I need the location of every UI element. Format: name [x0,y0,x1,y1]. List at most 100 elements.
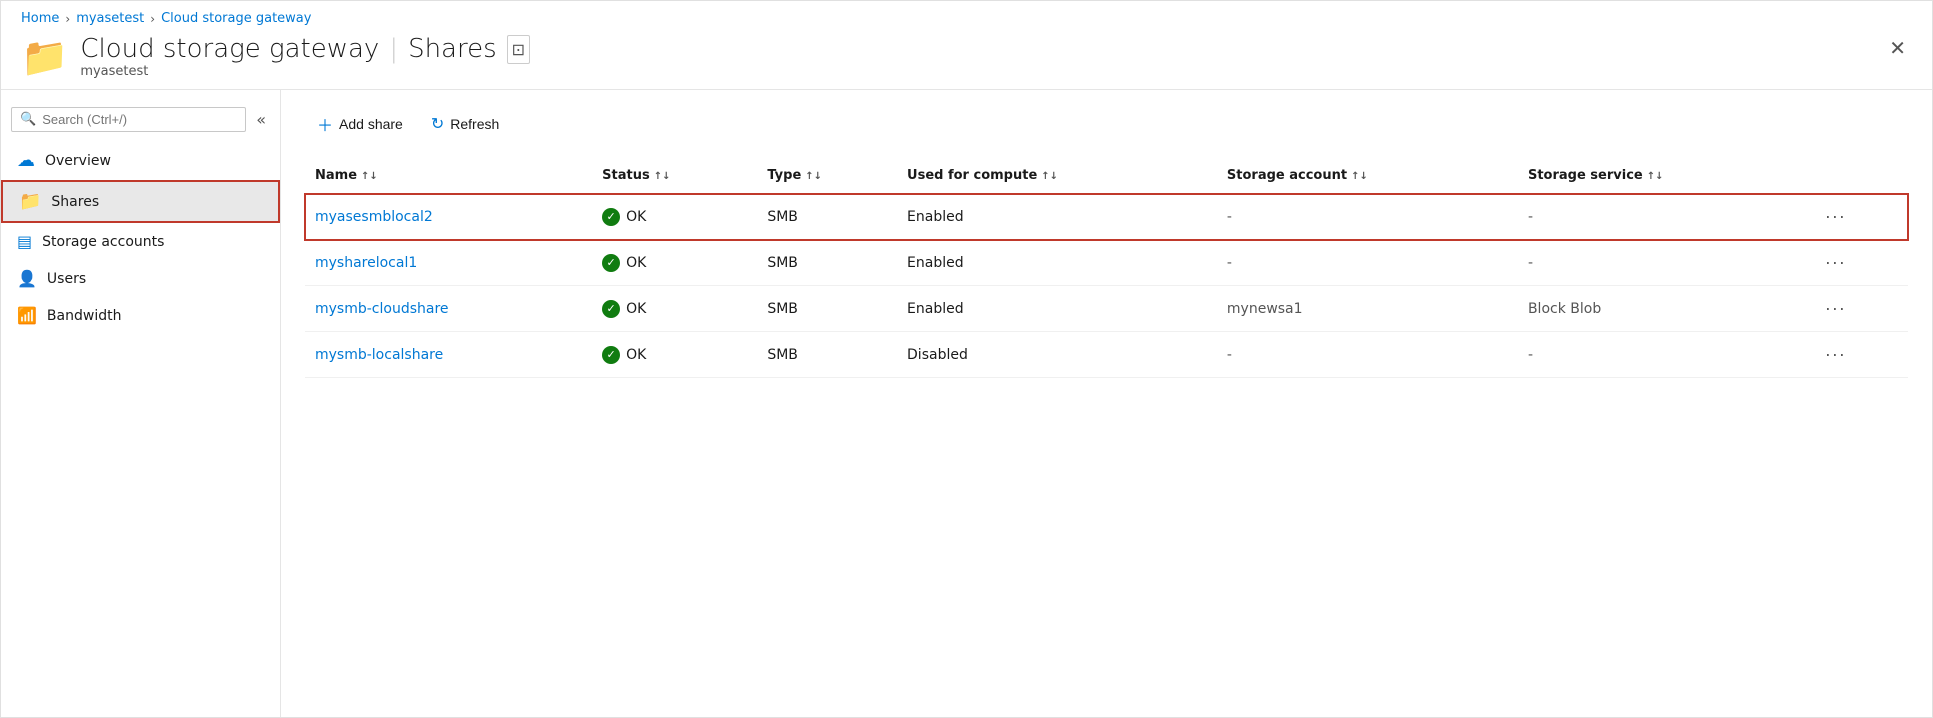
sidebar-item-storage-accounts[interactable]: ▤ Storage accounts [1,223,280,260]
add-share-label: Add share [339,116,403,132]
status-text: OK [626,301,646,317]
sidebar-item-label: Bandwidth [47,308,122,324]
th-status[interactable]: Status↑↓ [592,160,757,194]
sidebar-item-bandwidth[interactable]: 📶 Bandwidth [1,297,280,334]
cell-used-for-compute: Disabled [897,332,1217,378]
content-area: ＋ Add share ↻ Refresh Name↑↓Status↑↓Type… [281,90,1932,717]
cell-storage-service: - [1518,240,1809,286]
refresh-button[interactable]: ↻ Refresh [419,108,511,140]
title-section: Shares [408,34,497,64]
cloud-icon: ☁ [17,150,35,171]
cell-storage-account: - [1217,332,1518,378]
cell-storage-service: - [1518,194,1809,240]
cell-used-for-compute: Enabled [897,194,1217,240]
title-divider: | [389,34,398,64]
cell-name[interactable]: mysmb-cloudshare [305,286,592,332]
cell-name[interactable]: mysmb-localshare [305,332,592,378]
sort-arrows: ↑↓ [361,171,378,182]
th-storage_account[interactable]: Storage account ↑↓ [1217,160,1518,194]
table-row[interactable]: myasesmblocal2✓OKSMBEnabled--··· [305,194,1908,240]
col-label-type: Type [767,168,801,183]
table-header: Name↑↓Status↑↓Type↑↓Used for compute↑↓St… [305,160,1908,194]
folder-icon: 📁 [21,38,68,76]
status-check-icon: ✓ [602,300,620,318]
cell-name[interactable]: myasesmblocal2 [305,194,592,240]
nav-items: ☁ Overview📁 Shares▤ Storage accounts👤 Us… [1,141,280,334]
cell-type: SMB [757,240,897,286]
collapse-button[interactable]: « [252,106,270,133]
more-actions-button[interactable]: ··· [1819,204,1852,229]
status-check-icon: ✓ [602,346,620,364]
status-text: OK [626,209,646,225]
cell-used-for-compute: Enabled [897,286,1217,332]
th-used_for_compute[interactable]: Used for compute ↑↓ [897,160,1217,194]
table-row[interactable]: mysmb-localshare✓OKSMBDisabled--··· [305,332,1908,378]
search-box[interactable]: 🔍 [11,107,246,132]
sidebar: 🔍 « ☁ Overview📁 Shares▤ Storage accounts… [1,90,281,717]
breadcrumb: Home › myasetest › Cloud storage gateway [1,1,1932,30]
sidebar-item-overview[interactable]: ☁ Overview [1,141,280,180]
cell-used-for-compute: Enabled [897,240,1217,286]
sort-arrows: ↑↓ [1351,171,1368,182]
folder-icon: 📁 [19,191,41,212]
main-area: 🔍 « ☁ Overview📁 Shares▤ Storage accounts… [1,89,1932,717]
page-subtitle: myasetest [80,64,530,79]
cell-status: ✓ OK [592,286,757,332]
col-label-storage_account: Storage account [1227,168,1347,183]
sidebar-item-label: Shares [51,194,99,210]
cell-storage-service: - [1518,332,1809,378]
th-storage_service[interactable]: Storage service ↑↓ [1518,160,1809,194]
cell-storage-account: - [1217,240,1518,286]
status-text: OK [626,255,646,271]
sidebar-item-shares[interactable]: 📁 Shares [1,180,280,223]
cell-actions[interactable]: ··· [1809,286,1908,332]
cell-type: SMB [757,194,897,240]
table-row[interactable]: mysharelocal1✓OKSMBEnabled--··· [305,240,1908,286]
close-button[interactable]: ✕ [1883,34,1912,62]
pin-icon[interactable]: ⊡ [507,35,530,64]
sidebar-item-users[interactable]: 👤 Users [1,260,280,297]
cell-actions[interactable]: ··· [1809,194,1908,240]
col-label-storage_service: Storage service [1528,168,1643,183]
sort-arrows: ↑↓ [1647,171,1664,182]
user-icon: 👤 [17,269,37,288]
status-text: OK [626,347,646,363]
title-block: Cloud storage gateway | Shares ⊡ myasete… [80,34,530,79]
cell-actions[interactable]: ··· [1809,332,1908,378]
col-label-name: Name [315,168,357,183]
th-type[interactable]: Type ↑↓ [757,160,897,194]
sort-arrows: ↑↓ [1041,171,1058,182]
page-title: Cloud storage gateway | Shares ⊡ [80,34,530,64]
sort-arrows: ↑↓ [805,171,822,182]
more-actions-button[interactable]: ··· [1819,342,1852,367]
sort-arrows: ↑↓ [654,171,671,182]
more-actions-button[interactable]: ··· [1819,296,1852,321]
th-name[interactable]: Name ↑↓ [305,160,592,194]
table-row[interactable]: mysmb-cloudshare✓OKSMBEnabledmynewsa1Blo… [305,286,1908,332]
status-check-icon: ✓ [602,254,620,272]
page-header: 📁 Cloud storage gateway | Shares ⊡ myase… [1,30,1932,89]
sidebar-item-label: Users [47,271,86,287]
cell-storage-account: - [1217,194,1518,240]
table-body: myasesmblocal2✓OKSMBEnabled--···mysharel… [305,194,1908,378]
cell-storage-account: mynewsa1 [1217,286,1518,332]
breadcrumb-myasetest[interactable]: myasetest [76,11,144,26]
search-icon: 🔍 [20,112,36,127]
search-row: 🔍 « [1,98,280,141]
storage-icon: ▤ [17,232,32,251]
shares-table: Name↑↓Status↑↓Type↑↓Used for compute↑↓St… [305,160,1908,378]
cell-type: SMB [757,332,897,378]
cell-status: ✓OK [592,194,757,240]
cell-actions[interactable]: ··· [1809,240,1908,286]
cell-status: ✓ OK [592,332,757,378]
refresh-icon: ↻ [431,114,444,134]
cell-status: ✓ OK [592,240,757,286]
add-share-button[interactable]: ＋ Add share [305,106,415,142]
breadcrumb-home[interactable]: Home [21,11,59,26]
search-input[interactable] [42,112,237,127]
more-actions-button[interactable]: ··· [1819,250,1852,275]
col-label-used_for_compute: Used for compute [907,168,1037,183]
cell-name[interactable]: mysharelocal1 [305,240,592,286]
cell-type: SMB [757,286,897,332]
title-main: Cloud storage gateway [80,34,379,64]
